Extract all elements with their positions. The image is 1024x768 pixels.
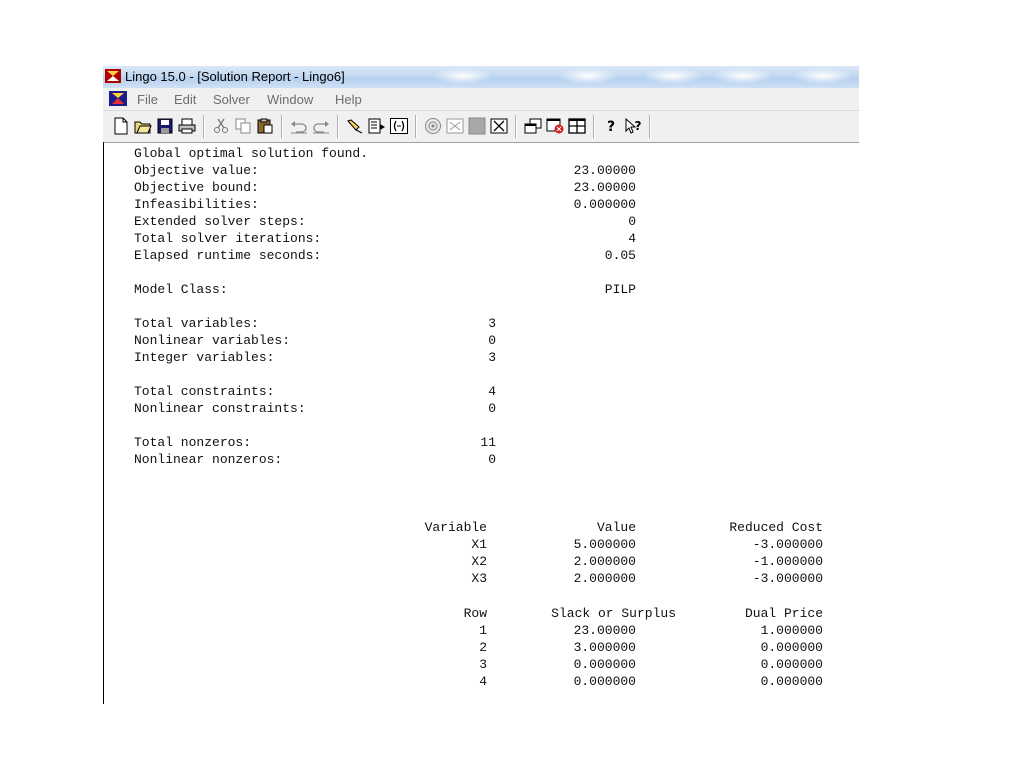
summary-value: 23.00000: [573, 163, 636, 178]
variable-name: X3: [471, 571, 487, 586]
row-slack: 23.00000: [573, 623, 636, 638]
constraints-value: 4: [488, 384, 496, 399]
summary-value: 4: [628, 231, 636, 246]
constraints-label: Total constraints:: [134, 384, 275, 399]
summary-label: Total solver iterations:: [134, 231, 322, 246]
variable-value: 5.000000: [573, 537, 636, 552]
model-class-value: PILP: [604, 282, 636, 297]
row-number: 2: [479, 640, 487, 655]
row-column-header: Row: [463, 606, 487, 621]
variable-name: X2: [471, 554, 487, 569]
reduced-cost-column-header: Reduced Cost: [729, 520, 823, 535]
status-line: Global optimal solution found.: [134, 146, 369, 161]
summary-label: Objective bound:: [134, 180, 259, 195]
close-window-icon[interactable]: [545, 116, 565, 136]
summary-value: 0: [628, 214, 636, 229]
value-column-header: Value: [596, 520, 636, 535]
paste-icon[interactable]: [255, 116, 275, 136]
lingo-app-icon: [105, 69, 121, 83]
summary-value: 0.000000: [573, 197, 636, 212]
svg-text:?: ?: [635, 119, 642, 133]
variable-column-header: Variable: [424, 520, 487, 535]
title-bar[interactable]: Lingo 15.0 - [Solution Report - Lingo6]: [103, 66, 859, 88]
lingo-window: Lingo 15.0 - [Solution Report - Lingo6] …: [103, 66, 859, 704]
row-number: 3: [479, 657, 487, 672]
variable-value: 2.000000: [573, 554, 636, 569]
variable-reduced-cost: -3.000000: [752, 571, 823, 586]
row-slack: 0.000000: [573, 674, 636, 689]
undo-icon[interactable]: [289, 116, 309, 136]
tile-icon[interactable]: [567, 116, 587, 136]
close-all-icon[interactable]: [489, 116, 509, 136]
variables-value: 0: [488, 333, 496, 348]
row-dual-price: 0.000000: [760, 640, 823, 655]
redo-icon[interactable]: [311, 116, 331, 136]
menu-window[interactable]: Window: [267, 92, 313, 107]
slack-column-header: Slack or Surplus: [551, 606, 676, 621]
variables-value: 3: [488, 350, 496, 365]
svg-text:?: ?: [607, 119, 615, 134]
copy-icon[interactable]: [233, 116, 253, 136]
menu-solver[interactable]: Solver: [213, 92, 250, 107]
row-number: 1: [479, 623, 487, 638]
print-icon[interactable]: [177, 116, 197, 136]
row-dual-price: 1.000000: [760, 623, 823, 638]
row-slack: 0.000000: [573, 657, 636, 672]
save-icon[interactable]: [155, 116, 175, 136]
solution-icon[interactable]: [445, 116, 465, 136]
match-parenthesis-icon[interactable]: [389, 116, 409, 136]
goto-line-icon[interactable]: [367, 116, 387, 136]
help-icon[interactable]: ?: [601, 116, 621, 136]
window-title: Lingo 15.0 - [Solution Report - Lingo6]: [125, 69, 345, 84]
row-number: 4: [479, 674, 487, 689]
variables-label: Total variables:: [134, 316, 259, 331]
stop-icon[interactable]: [467, 116, 487, 136]
summary-label: Extended solver steps:: [134, 214, 306, 229]
nonzeros-value: 11: [480, 435, 496, 450]
row-dual-price: 0.000000: [760, 674, 823, 689]
constraints-label: Nonlinear constraints:: [134, 401, 306, 416]
summary-label: Infeasibilities:: [134, 197, 259, 212]
variable-reduced-cost: -1.000000: [752, 554, 823, 569]
summary-value: 0.05: [604, 248, 636, 263]
document-system-icon[interactable]: [109, 91, 127, 106]
menu-help[interactable]: Help: [335, 92, 362, 107]
solution-report[interactable]: Global optimal solution found. Objective…: [103, 143, 859, 703]
dual-price-column-header: Dual Price: [744, 606, 823, 621]
summary-label: Elapsed runtime seconds:: [134, 248, 322, 263]
variables-value: 3: [488, 316, 496, 331]
send-to-back-icon[interactable]: [523, 116, 543, 136]
menu-file[interactable]: File: [137, 92, 158, 107]
row-slack: 3.000000: [573, 640, 636, 655]
find-icon[interactable]: [345, 116, 365, 136]
variable-value: 2.000000: [573, 571, 636, 586]
variable-reduced-cost: -3.000000: [752, 537, 823, 552]
open-icon[interactable]: [133, 116, 153, 136]
solve-icon[interactable]: [423, 116, 443, 136]
constraints-value: 0: [488, 401, 496, 416]
menu-bar: File Edit Solver Window Help: [103, 88, 859, 111]
cut-icon[interactable]: [211, 116, 231, 136]
row-dual-price: 0.000000: [760, 657, 823, 672]
context-help-icon[interactable]: ?: [623, 116, 643, 136]
variables-label: Nonlinear variables:: [134, 333, 291, 348]
summary-label: Objective value:: [134, 163, 259, 178]
summary-value: 23.00000: [573, 180, 636, 195]
variables-label: Integer variables:: [134, 350, 275, 365]
toolbar: ? ?: [103, 111, 859, 143]
model-class-label: Model Class:: [134, 282, 228, 297]
nonzeros-value: 0: [488, 452, 496, 467]
menu-edit[interactable]: Edit: [174, 92, 196, 107]
nonzeros-label: Total nonzeros:: [134, 435, 252, 450]
nonzeros-label: Nonlinear nonzeros:: [134, 452, 283, 467]
new-icon[interactable]: [111, 116, 131, 136]
variable-name: X1: [471, 537, 487, 552]
